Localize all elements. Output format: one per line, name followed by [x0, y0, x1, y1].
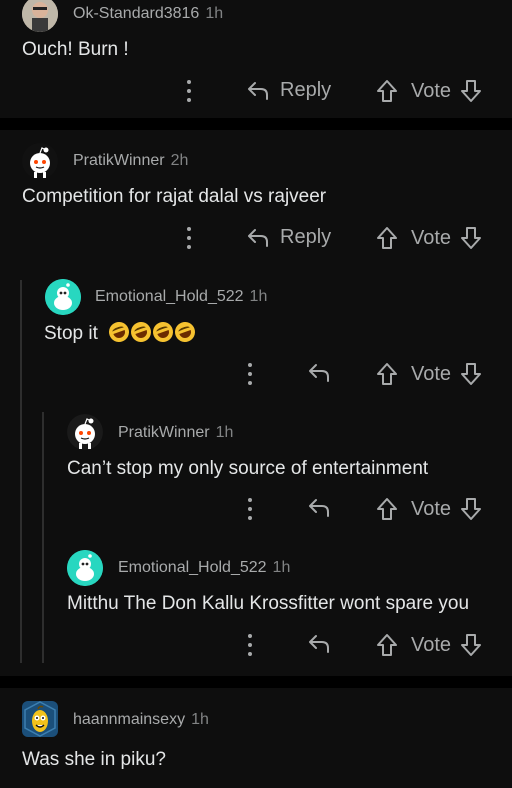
timestamp: 1h: [191, 711, 209, 728]
downvote-icon[interactable]: [460, 497, 482, 521]
downvote-icon[interactable]: [460, 226, 482, 250]
comment-body: Competition for rajat dalal vs rajveer: [22, 186, 327, 207]
username[interactable]: Emotional_Hold_522 1h: [95, 288, 267, 306]
username[interactable]: haannmainsexy 1h: [73, 711, 209, 729]
avatar-emotional-hold[interactable]: [45, 279, 81, 315]
username-text[interactable]: Emotional_Hold_522: [95, 288, 244, 305]
reply-button[interactable]: [307, 362, 331, 384]
more-options-icon[interactable]: [186, 80, 192, 102]
reply-icon: [307, 633, 331, 655]
username[interactable]: PratikWinner 2h: [73, 152, 188, 170]
reply-icon: [307, 362, 331, 384]
vote-control: Vote: [376, 633, 482, 657]
thread-line-nested[interactable]: [42, 412, 44, 663]
reply-label: Reply: [280, 79, 332, 101]
timestamp: 1h: [272, 559, 291, 576]
reply-label: Reply: [280, 226, 332, 248]
separator: [0, 676, 512, 688]
more-options-icon[interactable]: [247, 634, 253, 656]
username[interactable]: Emotional_Hold_522 1h: [118, 559, 290, 577]
upvote-icon[interactable]: [376, 79, 398, 103]
avatar-haannmainsexy[interactable]: [22, 701, 58, 737]
comment-body: Stop it: [44, 319, 198, 345]
more-options-icon[interactable]: [186, 227, 192, 249]
vote-control: Vote: [376, 362, 482, 386]
vote-control: Vote: [376, 79, 482, 103]
vote-control: Vote: [376, 497, 482, 521]
more-options-icon[interactable]: [247, 363, 253, 385]
username-text[interactable]: Emotional_Hold_522: [118, 559, 267, 576]
comment-6: [0, 688, 512, 788]
timestamp: 2h: [170, 152, 189, 169]
vote-label: Vote: [411, 226, 452, 249]
username[interactable]: Ok-Standard3816 1h: [73, 5, 223, 23]
comment-body: Can’t stop my only source of entertainme…: [67, 458, 429, 479]
timestamp: 1h: [205, 5, 224, 22]
downvote-icon[interactable]: [460, 79, 482, 103]
downvote-icon[interactable]: [460, 633, 482, 657]
timestamp: 1h: [249, 288, 268, 305]
avatar-emotional-hold[interactable]: [67, 550, 103, 586]
upvote-icon[interactable]: [376, 633, 398, 657]
vote-control: Vote: [376, 226, 482, 250]
username[interactable]: PratikWinner 1h: [118, 424, 233, 442]
reply-icon: [246, 227, 270, 249]
username-text[interactable]: Ok-Standard3816: [73, 5, 199, 22]
vote-label: Vote: [411, 79, 452, 102]
thread-line[interactable]: [20, 280, 22, 663]
upvote-icon[interactable]: [376, 497, 398, 521]
avatar-pratikwinner[interactable]: [67, 414, 103, 450]
reply-button[interactable]: [307, 633, 331, 655]
comment-body-text: Stop it: [44, 323, 98, 344]
vote-label: Vote: [411, 497, 452, 520]
username-text[interactable]: haannmainsexy: [73, 711, 185, 728]
reply-button[interactable]: Reply: [246, 79, 331, 102]
comment-body: Mitthu The Don Kallu Krossfitter wont sp…: [67, 593, 470, 614]
reply-icon: [307, 497, 331, 519]
upvote-icon[interactable]: [376, 226, 398, 250]
vote-label: Vote: [411, 362, 452, 385]
reply-button[interactable]: [307, 497, 331, 519]
vote-label: Vote: [411, 633, 452, 656]
timestamp: 1h: [215, 424, 234, 441]
username-text[interactable]: PratikWinner: [118, 424, 210, 441]
avatar-pratikwinner[interactable]: [22, 143, 58, 179]
separator: [0, 118, 512, 130]
upvote-icon[interactable]: [376, 362, 398, 386]
comment-body: Ouch! Burn !: [22, 39, 129, 60]
username-text[interactable]: PratikWinner: [73, 152, 165, 169]
rofl-emoji-icon: [106, 319, 198, 345]
more-options-icon[interactable]: [247, 498, 253, 520]
downvote-icon[interactable]: [460, 362, 482, 386]
reply-icon: [246, 80, 270, 102]
reply-button[interactable]: Reply: [246, 226, 331, 249]
comment-body: Was she in piku?: [22, 749, 166, 770]
